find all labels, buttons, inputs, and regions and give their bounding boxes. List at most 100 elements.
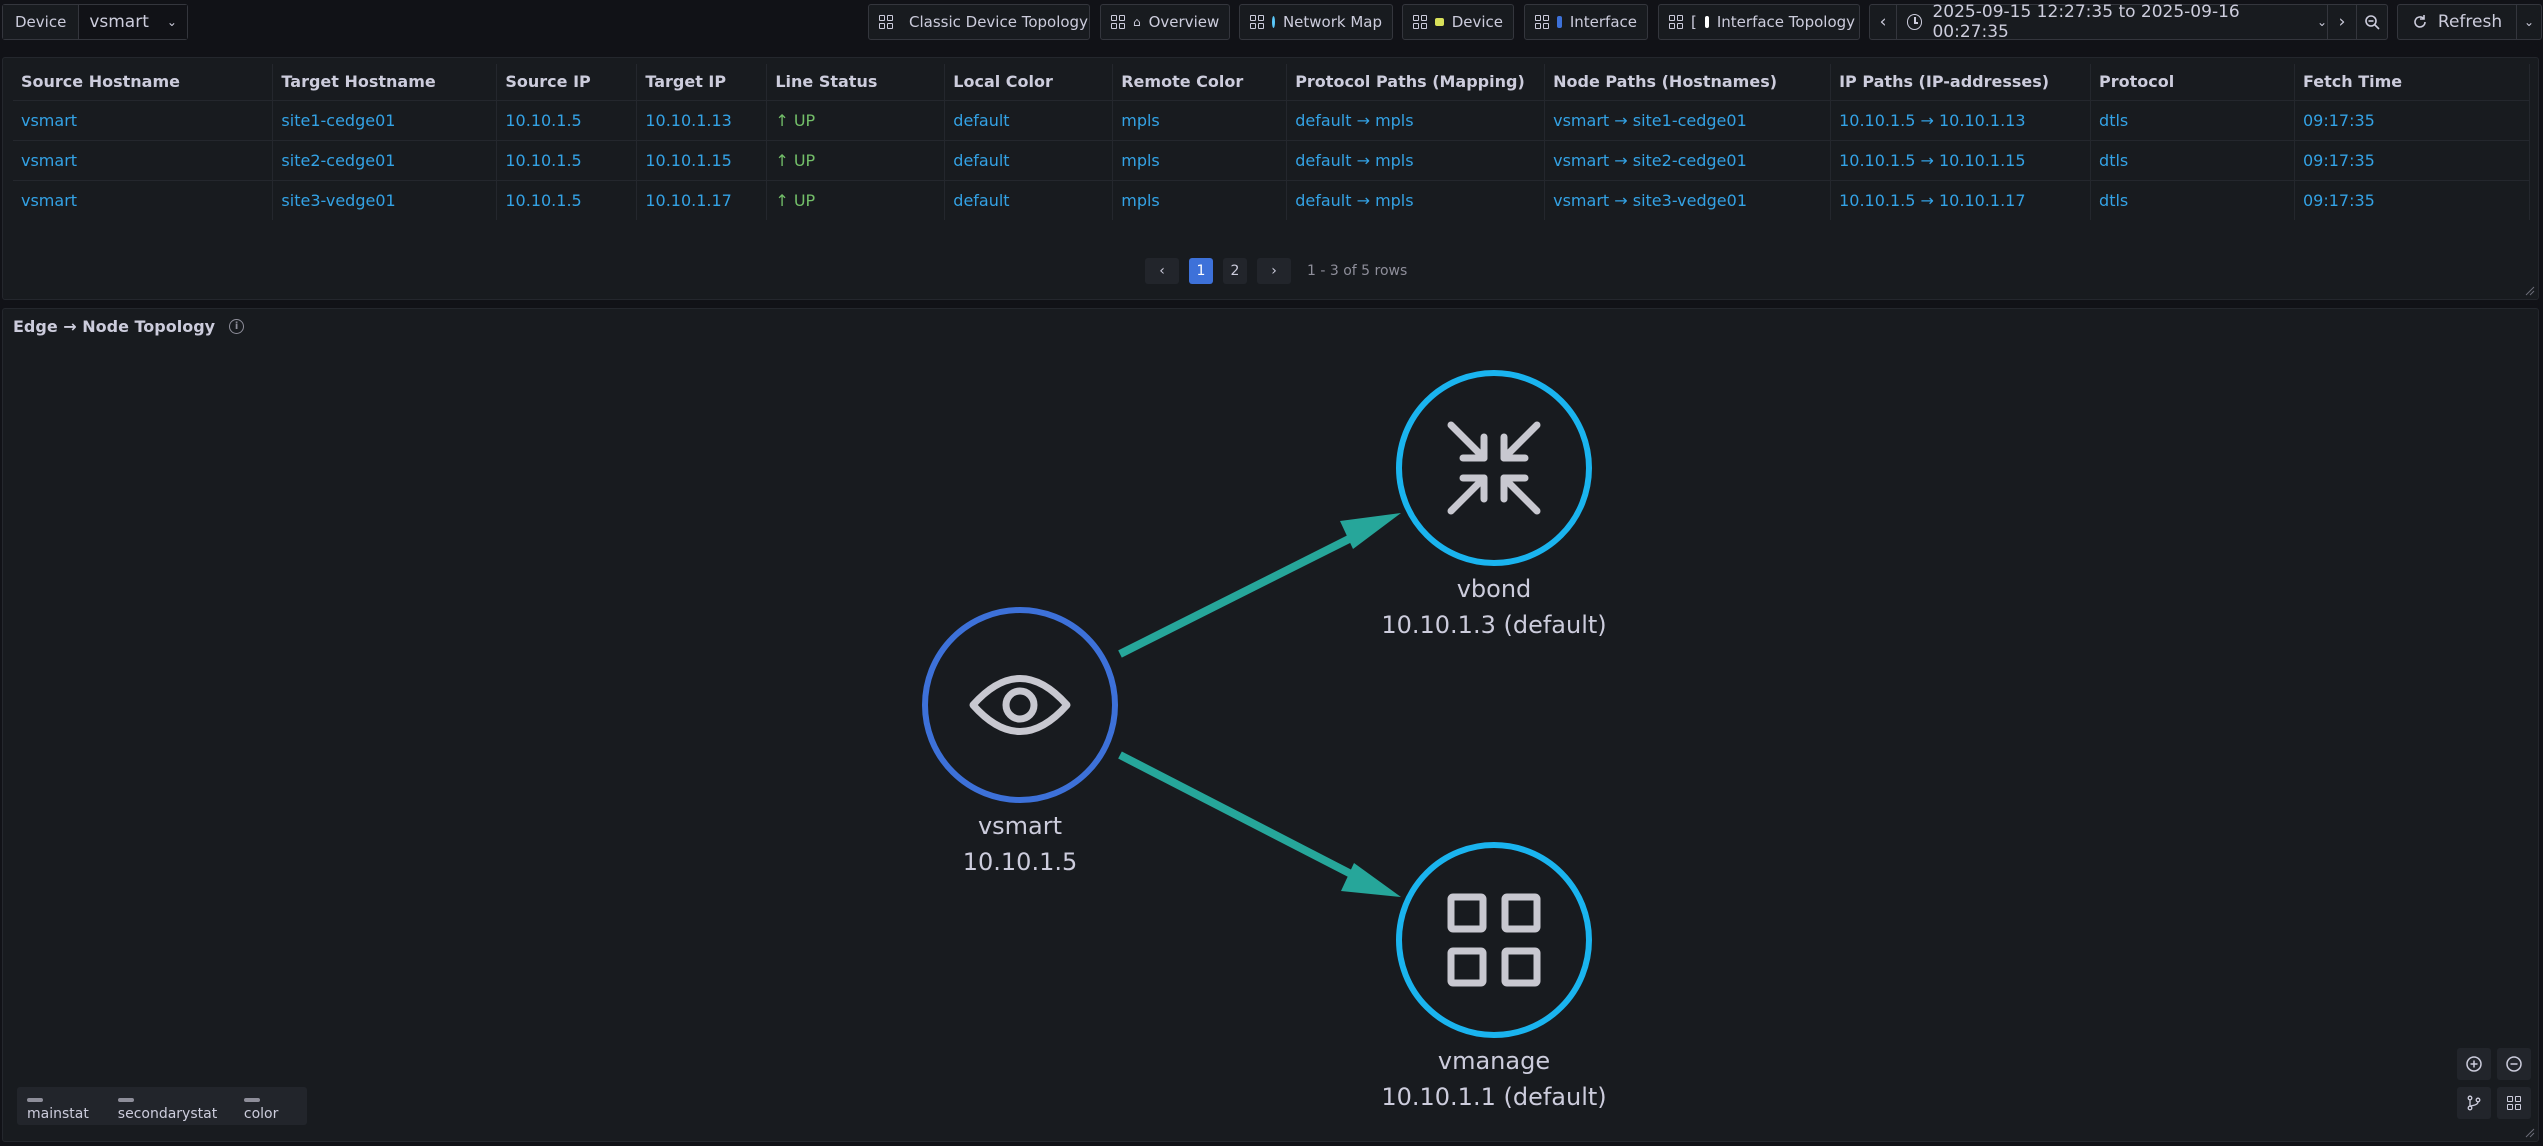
- interface-topology-badge-icon: [1704, 16, 1709, 28]
- node-vmanage-stat: 10.10.1.1 (default): [1381, 1083, 1607, 1111]
- table-cell[interactable]: vsmart: [13, 179, 274, 220]
- table-cell[interactable]: default → mpls: [1286, 179, 1546, 220]
- table-cell[interactable]: 10.10.1.5 → 10.10.1.15: [1830, 139, 2092, 180]
- table-cell[interactable]: default: [944, 99, 1114, 140]
- link-overview[interactable]: ⌂ Overview: [1100, 4, 1230, 40]
- node-vsmart-stat: 10.10.1.5: [962, 848, 1078, 876]
- column-header[interactable]: Remote Color: [1112, 64, 1288, 100]
- table-cell[interactable]: 10.10.1.5 → 10.10.1.13: [1830, 99, 2092, 140]
- table-cell[interactable]: 09:17:35: [2294, 139, 2531, 180]
- link-classic-device-topology[interactable]: Classic Device Topology: [868, 4, 1090, 40]
- node-vbond-stat: 10.10.1.3 (default): [1381, 611, 1607, 639]
- table-cell[interactable]: site3-vedge01: [272, 179, 498, 220]
- link-network-map[interactable]: Network Map: [1239, 4, 1393, 40]
- clock-icon: [1907, 14, 1923, 30]
- table-cell[interactable]: dtls: [2090, 179, 2295, 220]
- edge-arrowhead: [1340, 513, 1401, 549]
- zoom-out-icon: [2506, 1056, 2522, 1072]
- legend-item-secondarystat[interactable]: secondarystat: [117, 1090, 232, 1122]
- device-variable: Device vsmart ⌄: [2, 4, 188, 40]
- table-cell[interactable]: mpls: [1112, 99, 1288, 140]
- time-shift-forward-button[interactable]: ›: [2327, 4, 2357, 40]
- zoom-out-icon: [2365, 15, 2380, 30]
- table-cell[interactable]: dtls: [2090, 99, 2295, 140]
- link-label: Device: [1451, 13, 1503, 31]
- graph-legend: mainstat secondarystat color: [17, 1087, 307, 1125]
- table-cell[interactable]: vsmart → site3-vedge01: [1544, 179, 1832, 220]
- next-page-button[interactable]: ›: [1257, 258, 1291, 284]
- refresh-button[interactable]: Refresh: [2397, 4, 2517, 40]
- column-header[interactable]: Line Status: [766, 64, 946, 100]
- table-row: vsmart site2-cedge01 10.10.1.5 10.10.1.15 ↑ …: [13, 139, 2531, 180]
- table-cell[interactable]: 10.10.1.17: [636, 179, 768, 220]
- grid-view-button[interactable]: [2497, 1087, 2531, 1119]
- table-cell[interactable]: vsmart → site1-cedge01: [1544, 99, 1832, 140]
- table-row: vsmart site1-cedge01 10.10.1.5 10.10.1.13 ↑ …: [13, 99, 2531, 140]
- table-cell[interactable]: vsmart → site2-cedge01: [1544, 139, 1832, 180]
- globe-icon: [1272, 16, 1275, 28]
- legend-item-color[interactable]: color: [243, 1090, 297, 1122]
- chevron-down-icon: ⌄: [2523, 15, 2535, 29]
- resize-handle-icon[interactable]: [2525, 1128, 2535, 1138]
- table-cell[interactable]: default: [944, 139, 1114, 180]
- column-header[interactable]: Target Hostname: [272, 64, 498, 100]
- grid-icon: [2507, 1096, 2521, 1110]
- zoom-in-icon: [2466, 1056, 2482, 1072]
- zoom-out-button[interactable]: [2497, 1048, 2531, 1080]
- column-header[interactable]: Local Color: [944, 64, 1114, 100]
- link-device[interactable]: Device: [1402, 4, 1514, 40]
- table-cell[interactable]: 10.10.1.5: [496, 99, 638, 140]
- table-cell[interactable]: site1-cedge01: [272, 99, 498, 140]
- column-header[interactable]: Fetch Time: [2294, 64, 2531, 100]
- table-cell[interactable]: default → mpls: [1286, 99, 1546, 140]
- link-interface[interactable]: Interface: [1524, 4, 1648, 40]
- column-header[interactable]: IP Paths (IP-addresses): [1830, 64, 2092, 100]
- table-cell[interactable]: default → mpls: [1286, 139, 1546, 180]
- prev-page-button[interactable]: ‹: [1145, 258, 1179, 284]
- time-range-picker[interactable]: 2025-09-15 12:27:35 to 2025-09-16 00:27:…: [1896, 2, 2328, 42]
- device-variable-value: vsmart: [89, 12, 149, 32]
- zoom-in-button[interactable]: [2457, 1048, 2491, 1080]
- node-vbond[interactable]: [1396, 370, 1592, 566]
- device-variable-select[interactable]: vsmart ⌄: [79, 5, 187, 39]
- legend-item-mainstat[interactable]: mainstat: [27, 1090, 106, 1122]
- table-cell[interactable]: 09:17:35: [2294, 179, 2531, 220]
- layout-toggle-button[interactable]: [2457, 1087, 2491, 1119]
- table-cell[interactable]: vsmart: [13, 139, 274, 180]
- resize-handle-icon[interactable]: [2525, 286, 2535, 296]
- page-1-button[interactable]: 1: [1189, 258, 1213, 284]
- refresh-label: Refresh: [2437, 12, 2503, 32]
- table-cell[interactable]: 10.10.1.5: [496, 179, 638, 220]
- table-cell: ↑ UP: [766, 179, 946, 220]
- table-cell[interactable]: site2-cedge01: [272, 139, 498, 180]
- table-cell[interactable]: 10.10.1.5: [496, 139, 638, 180]
- column-header[interactable]: Protocol: [2090, 64, 2295, 100]
- time-shift-back-button[interactable]: ‹: [1869, 4, 1897, 40]
- column-header[interactable]: Target IP: [636, 64, 768, 100]
- table-header-row: Source Hostname Target Hostname Source IP T…: [13, 64, 2531, 100]
- page-2-button[interactable]: 2: [1223, 258, 1247, 284]
- column-header[interactable]: Source IP: [496, 64, 638, 100]
- table-cell[interactable]: mpls: [1112, 179, 1288, 220]
- link-interface-topology[interactable]: [ Interface Topology: [1658, 4, 1860, 40]
- column-header[interactable]: Protocol Paths (Mapping): [1286, 64, 1546, 100]
- dashboard-toolbar: Device vsmart ⌄ Classic Device Topology …: [0, 0, 2543, 44]
- column-header[interactable]: Node Paths (Hostnames): [1544, 64, 1832, 100]
- table-cell[interactable]: 10.10.1.13: [636, 99, 768, 140]
- refresh-interval-dropdown[interactable]: ⌄: [2516, 4, 2542, 40]
- table-cell[interactable]: mpls: [1112, 139, 1288, 180]
- zoom-out-time-button[interactable]: [2356, 4, 2388, 40]
- node-vmanage[interactable]: [1396, 842, 1592, 1038]
- dashboard-icon: [1250, 15, 1264, 29]
- edge-vsmart-vbond[interactable]: [1118, 533, 1355, 658]
- table-cell[interactable]: 10.10.1.5 → 10.10.1.17: [1830, 179, 2092, 220]
- node-vsmart[interactable]: [922, 607, 1118, 803]
- table-cell[interactable]: 09:17:35: [2294, 99, 2531, 140]
- column-header[interactable]: Source Hostname: [13, 64, 274, 100]
- table-cell[interactable]: default: [944, 179, 1114, 220]
- table-cell[interactable]: 10.10.1.15: [636, 139, 768, 180]
- dashboard-icon: [879, 15, 893, 29]
- table-cell[interactable]: vsmart: [13, 99, 274, 140]
- table-cell[interactable]: dtls: [2090, 139, 2295, 180]
- refresh-icon: [2414, 15, 2426, 28]
